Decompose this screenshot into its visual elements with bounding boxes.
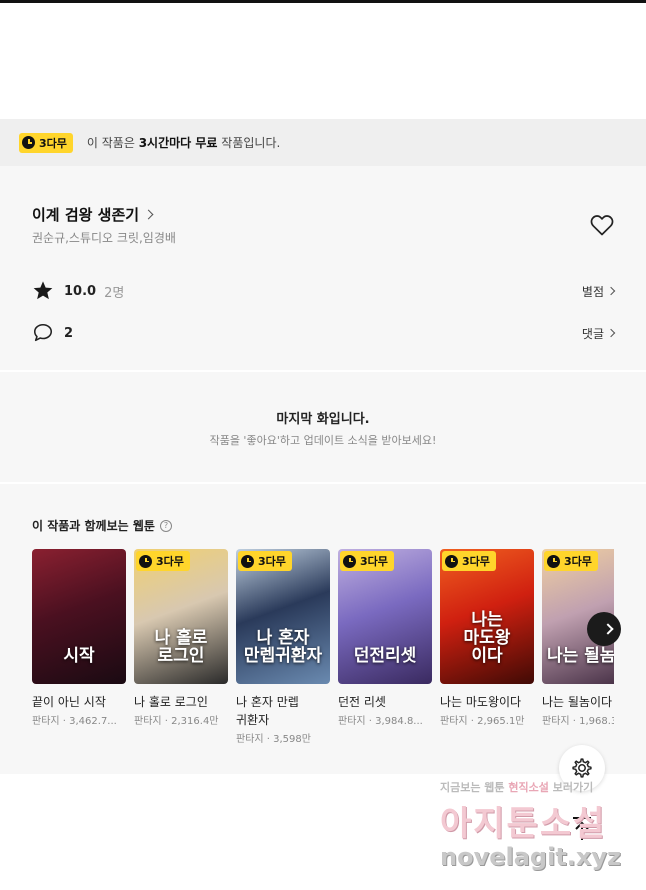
recommendation-meta: 판타지 · 3,598만 [236,734,311,745]
chevron-right-icon [602,623,614,635]
comment-link-label: 댓글 [581,326,604,341]
cover-title-art: 나는 마도왕 이다 [463,610,511,667]
recommendation-cover: 시작 [32,549,126,684]
recommendation-title: 나는 마도왕이다 [440,695,522,709]
top-border [0,0,646,3]
free-badge: 3다무 [544,551,598,571]
comment-row: 2 댓글 [32,322,616,344]
recommendation-cover: 3다무나는 마도왕 이다 [440,549,534,684]
recommendation-card[interactable]: 3다무나는 마도왕 이다나는 마도왕이다판타지 · 2,965.1만 [440,549,534,727]
free-badge-label: 3다무 [564,555,592,568]
notice-text: 이 작품은 3시간마다 무료 작품입니다. [87,134,280,151]
gear-icon [572,758,592,778]
recommendation-card[interactable]: 시작끝이 아닌 시작판타지 · 3,462.7... [32,549,126,727]
watermark-line3: novelagit.xyz [440,843,622,871]
clock-icon [139,554,152,568]
free-badge-label: 3다무 [462,555,490,568]
cover-title-art: 나는 될놈이 [546,646,614,667]
recommendation-meta: 판타지 · 2,965.1만 [440,716,525,727]
recommendation-cover: 3다무던전리셋 [338,549,432,684]
recommendation-card[interactable]: 3다무나 혼자 만렙귀환자나 혼자 만렙 귀환자판타지 · 3,598만 [236,549,330,745]
last-episode-title: 마지막 화입니다. [276,412,370,427]
clock-icon [343,554,356,568]
clock-icon [445,554,458,568]
work-title-link[interactable]: 이계 검왕 생존기 [32,204,154,225]
last-episode-panel: 마지막 화입니다. 작품을 '좋아요'하고 업데이트 소식을 받아보세요! [0,372,646,482]
recommendation-title: 끝이 아닌 시작 [32,695,106,709]
chevron-right-icon [143,209,154,220]
carousel-next-button[interactable] [587,612,621,646]
free-notice-banner: 3다무 이 작품은 3시간마다 무료 작품입니다. [0,119,646,166]
recommendation-cover: 3다무나 혼자 만렙귀환자 [236,549,330,684]
watermark-line2: 아지툰소설 [440,804,607,844]
recommendation-cover: 3다무나 홀로 로그인 [134,549,228,684]
free-badge-label: 3다무 [360,555,388,568]
last-episode-subtitle: 작품을 '좋아요'하고 업데이트 소식을 받아보세요! [209,434,437,447]
free-badge-label: 3다무 [156,555,184,568]
cover-title-art: 나 혼자 만렙귀환자 [243,628,323,667]
recommendation-title: 나는 될놈이다 [542,695,613,709]
rating-link-label: 별점 [581,284,604,299]
watermark-line1-a: 지금보는 웹툰 [440,781,509,794]
free-badge: 3다무 [442,551,496,571]
recommendations-section: 이 작품과 함께보는 웹툰 ? 시작끝이 아닌 시작판타지 · 3,462.7.… [0,484,646,774]
chevron-right-icon [606,286,616,296]
clock-icon [241,554,254,568]
heart-icon[interactable] [590,214,614,236]
notice-text-suffix: 작품입니다. [217,136,281,150]
watermark-line1: 지금보는 웹툰 현직소설 보러가기 [440,779,640,795]
cover-title-art: 시작 [63,646,95,667]
recommendation-meta: 판타지 · 2,316.4만 [134,716,219,727]
speech-bubble-icon [33,323,53,342]
free-badge: 3다무 [136,551,190,571]
watermark-line1-b: 현직소설 [508,781,549,794]
rating-row: 10.0 2명 별점 [32,280,616,302]
recommendation-card[interactable]: 3다무 나 홀로 로그인 나 홀로 로그인 판타지 · 2,316.4만 [134,549,228,727]
cover-title-art: 나 홀로 로그인 [154,628,208,667]
question-icon[interactable]: ? [159,519,172,532]
work-title: 이계 검왕 생존기 [32,206,140,224]
recommendation-meta: 판타지 · 3,984.8... [338,716,423,727]
recommendations-heading-text: 이 작품과 함께보는 웹툰 [32,519,155,533]
watermark-line1-c: 보러가기 [548,781,594,794]
comment-count: 2 [64,325,74,341]
recommendation-meta: 판타지 · 3,462.7... [32,716,117,727]
recommendation-meta: 판타지 · 1,968.3... [542,716,614,727]
recommendations-carousel: 시작 끝이 아닌 시작 판타지 · 3,462.7... 3다무 나 홀로 로그인 나 홀… [32,549,614,774]
free-badge: 3다무 [238,551,292,571]
recommendation-title: 나 혼자 만렙 귀환자 [236,695,299,727]
cover-title-art: 던전리셋 [353,646,417,667]
notice-text-prefix: 이 작품은 [86,136,139,150]
recommendations-heading: 이 작품과 함께보는 웹툰 ? [32,517,172,534]
free-badge-label: 3다무 [39,136,67,150]
rating-value: 10.0 [64,283,97,299]
free-badge-label: 3다무 [258,555,286,568]
recommendation-title: 던전 리셋 [338,695,386,709]
comment-link[interactable]: 댓글 [581,325,616,342]
free-badge: 3다무 [340,551,394,571]
recommendation-card[interactable]: 3다무던전리셋던전 리셋판타지 · 3,984.8... [338,549,432,727]
work-authors: 권순규,스튜디오 크릿,임경배 [32,231,176,245]
clock-icon [547,554,560,568]
star-icon [33,281,53,300]
work-info-panel: 이계 검왕 생존기 권순규,스튜디오 크릿,임경배 10.0 2명 별점 2 댓… [0,166,646,370]
recommendation-title: 나 홀로 로그인 [134,695,208,709]
notice-text-bold: 3시간마다 무료 [138,136,218,150]
chevron-right-icon [606,328,616,338]
watermark: 지금보는 웹툰 현직소설 보러가기 아지툰소설 novelagit.xyz [440,779,640,879]
rating-link[interactable]: 별점 [581,283,616,300]
rating-count: 2명 [104,285,125,301]
clock-icon [22,136,35,149]
free-badge: 3다무 [19,132,73,153]
